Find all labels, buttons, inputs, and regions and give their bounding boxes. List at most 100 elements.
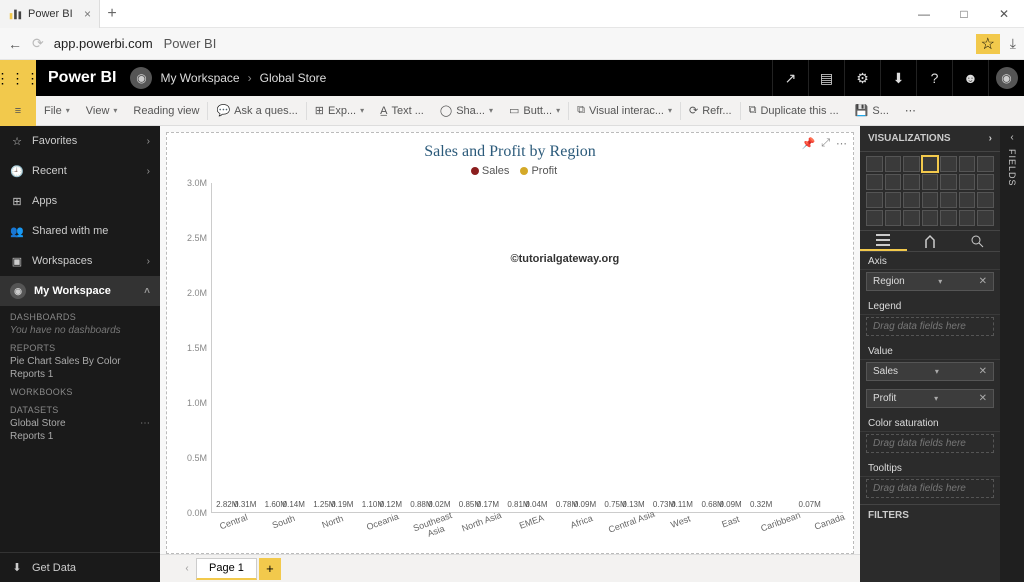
visual-type-icon[interactable] bbox=[903, 210, 920, 226]
page-tab[interactable]: Page 1 bbox=[196, 558, 257, 580]
help-icon[interactable]: ? bbox=[916, 60, 952, 96]
visual-type-icon[interactable] bbox=[866, 156, 883, 172]
visual-type-icon[interactable] bbox=[885, 174, 902, 190]
chart-plot: 0.0M0.5M1.0M1.5M2.0M2.5M3.0M 2.82M0.31M1… bbox=[167, 177, 853, 517]
buttons-button[interactable]: ▭Butt...▾ bbox=[501, 96, 568, 125]
value-field-sales[interactable]: Sales▾ ✕ bbox=[866, 362, 994, 381]
visual-type-icon[interactable] bbox=[977, 192, 994, 208]
explore-button[interactable]: ⊞Exp...▾ bbox=[307, 96, 372, 125]
save-button[interactable]: 💾S... bbox=[847, 96, 897, 125]
more-icon[interactable]: ⋯ bbox=[897, 96, 924, 125]
hamburger-icon[interactable]: ≡ bbox=[0, 96, 36, 126]
visual-type-icon[interactable] bbox=[885, 156, 902, 172]
focus-icon[interactable]: ⤢ bbox=[821, 137, 830, 150]
sidebar-item-workspaces[interactable]: ▣Workspaces› bbox=[0, 246, 160, 276]
visual-type-icon[interactable] bbox=[959, 210, 976, 226]
visual-interactions-button[interactable]: ⧉Visual interac...▾ bbox=[569, 96, 680, 125]
report-item[interactable]: Pie Chart Sales By Color bbox=[0, 355, 160, 368]
visual-type-icon[interactable] bbox=[866, 210, 883, 226]
report-visual[interactable]: 📌 ⤢ ⋯ Sales and Profit by Region Sales P… bbox=[166, 132, 854, 554]
window-close-button[interactable]: ✕ bbox=[984, 0, 1024, 28]
textbox-button[interactable]: A̲Text ... bbox=[372, 96, 432, 125]
visual-type-icon[interactable] bbox=[977, 210, 994, 226]
new-tab-button[interactable]: + bbox=[100, 5, 124, 23]
chevron-down-icon[interactable]: ▾ bbox=[938, 277, 942, 286]
visual-type-icon[interactable] bbox=[922, 156, 939, 172]
axis-field[interactable]: Region▾ ✕ bbox=[866, 272, 994, 291]
visual-type-icon[interactable] bbox=[959, 174, 976, 190]
add-page-button[interactable]: + bbox=[259, 558, 281, 580]
remove-icon[interactable]: ✕ bbox=[979, 276, 987, 287]
tooltips-well[interactable]: Drag data fields here bbox=[866, 479, 994, 498]
visual-type-icon[interactable] bbox=[977, 156, 994, 172]
close-tab-icon[interactable]: × bbox=[84, 7, 91, 21]
format-tab-icon[interactable] bbox=[907, 231, 954, 251]
download-header-icon[interactable]: ⬇ bbox=[880, 60, 916, 96]
fields-tab-icon[interactable] bbox=[860, 231, 907, 251]
notifications-icon[interactable]: ▤ bbox=[808, 60, 844, 96]
sidebar-item-my-workspace[interactable]: ◉My Workspace˄ bbox=[0, 276, 160, 306]
file-menu[interactable]: File▾ bbox=[36, 96, 78, 125]
dataset-item[interactable]: Reports 1 bbox=[0, 430, 160, 443]
visual-type-icon[interactable] bbox=[885, 192, 902, 208]
report-item[interactable]: Reports 1 bbox=[0, 368, 160, 381]
minimize-button[interactable]: — bbox=[904, 0, 944, 28]
visual-more-icon[interactable]: ⋯ bbox=[836, 137, 847, 150]
visual-type-icon[interactable] bbox=[903, 192, 920, 208]
get-data-button[interactable]: ⬇Get Data bbox=[0, 552, 160, 582]
analytics-tab-icon[interactable] bbox=[953, 231, 1000, 251]
reading-view-button[interactable]: Reading view bbox=[125, 96, 207, 125]
visual-type-icon[interactable] bbox=[977, 174, 994, 190]
colorsat-well[interactable]: Drag data fields here bbox=[866, 434, 994, 453]
duplicate-button[interactable]: ⧉Duplicate this ... bbox=[741, 96, 847, 125]
visual-type-icon[interactable] bbox=[885, 210, 902, 226]
tab-scroll-left-icon[interactable]: ‹ bbox=[180, 563, 194, 574]
visual-type-icon[interactable] bbox=[903, 156, 920, 172]
maximize-button[interactable]: □ bbox=[944, 0, 984, 28]
more-icon[interactable]: ⋯ bbox=[140, 418, 150, 429]
shapes-button[interactable]: ◯Sha...▾ bbox=[432, 96, 501, 125]
back-icon[interactable]: ← bbox=[8, 36, 22, 52]
legend-well[interactable]: Drag data fields here bbox=[866, 317, 994, 336]
crumb-report[interactable]: Global Store bbox=[260, 71, 327, 85]
visual-type-icon[interactable] bbox=[866, 174, 883, 190]
crumb-workspace[interactable]: My Workspace bbox=[160, 71, 239, 85]
remove-icon[interactable]: ✕ bbox=[979, 366, 987, 377]
refresh-button[interactable]: ⟳Refr... bbox=[681, 96, 740, 125]
pin-icon[interactable]: 📌 bbox=[801, 137, 815, 150]
filters-header[interactable]: FILTERS bbox=[860, 504, 1000, 526]
remove-icon[interactable]: ✕ bbox=[979, 393, 987, 404]
visual-type-icon[interactable] bbox=[940, 174, 957, 190]
visual-type-icon[interactable] bbox=[922, 174, 939, 190]
favorites-icon[interactable]: ☆ bbox=[976, 34, 1000, 54]
visual-type-icon[interactable] bbox=[959, 156, 976, 172]
sidebar-item-shared[interactable]: 👥Shared with me bbox=[0, 216, 160, 246]
visual-type-icon[interactable] bbox=[959, 192, 976, 208]
url-field[interactable]: app.powerbi.com Power BI bbox=[54, 36, 966, 51]
visual-type-icon[interactable] bbox=[866, 192, 883, 208]
sidebar-item-recent[interactable]: 🕘Recent› bbox=[0, 156, 160, 186]
feedback-icon[interactable]: ☻ bbox=[952, 60, 988, 96]
user-avatar-icon[interactable]: ◉ bbox=[988, 60, 1024, 96]
view-menu[interactable]: View▾ bbox=[78, 96, 126, 125]
settings-icon[interactable]: ⚙ bbox=[844, 60, 880, 96]
fullscreen-icon[interactable]: ↗ bbox=[772, 60, 808, 96]
visual-type-icon[interactable] bbox=[922, 210, 939, 226]
visual-type-icon[interactable] bbox=[903, 174, 920, 190]
refresh-icon[interactable]: ⟳ bbox=[32, 35, 44, 52]
visual-type-icon[interactable] bbox=[940, 210, 957, 226]
ask-question-button[interactable]: 💬Ask a ques... bbox=[208, 96, 305, 125]
visual-type-icon[interactable] bbox=[922, 192, 939, 208]
visual-type-icon[interactable] bbox=[940, 156, 957, 172]
download-icon[interactable]: ⤓ bbox=[1010, 35, 1016, 52]
sidebar-item-apps[interactable]: ⊞Apps bbox=[0, 186, 160, 216]
visualizations-header[interactable]: VISUALIZATIONS› bbox=[860, 126, 1000, 152]
fields-pane-collapsed[interactable]: ‹ FIELDS bbox=[1000, 126, 1024, 582]
dataset-item[interactable]: Global Store⋯ bbox=[0, 417, 160, 430]
waffle-icon[interactable]: ⋮⋮⋮ bbox=[0, 60, 36, 96]
sidebar-item-favorites[interactable]: ☆Favorites› bbox=[0, 126, 160, 156]
browser-tab[interactable]: Power BI × bbox=[0, 0, 100, 28]
visual-type-icon[interactable] bbox=[940, 192, 957, 208]
value-field-profit[interactable]: Profit▾ ✕ bbox=[866, 389, 994, 408]
shapes-icon: ◯ bbox=[440, 104, 452, 117]
